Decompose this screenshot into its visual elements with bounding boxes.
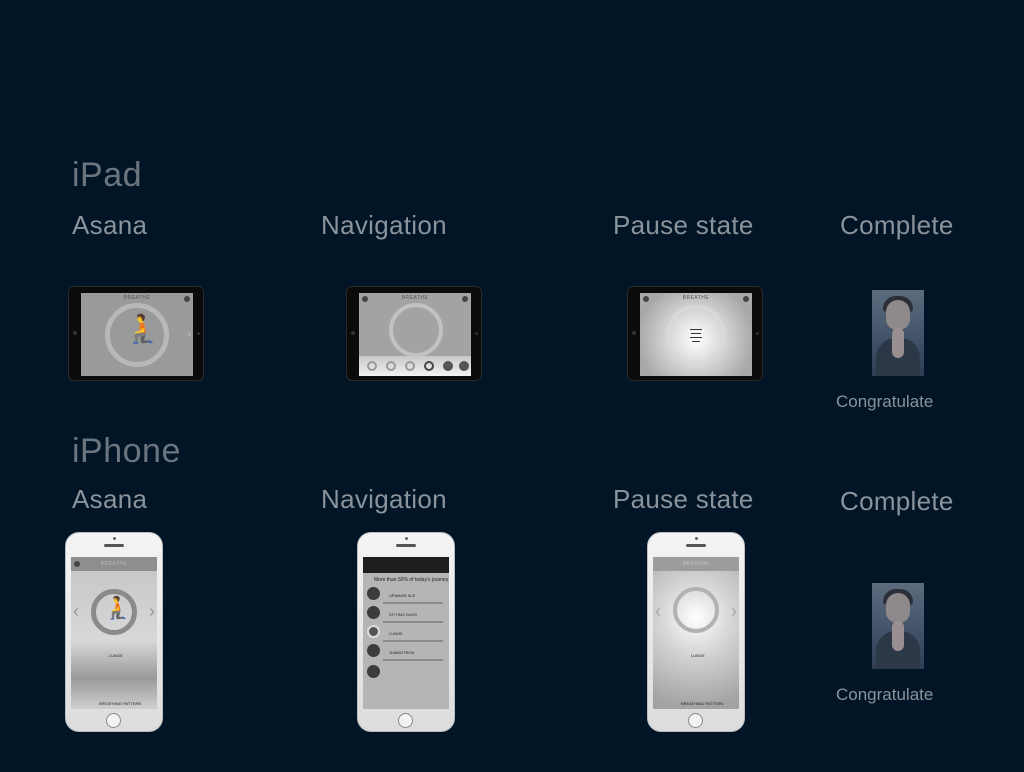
speaker-icon [396, 544, 416, 547]
screen-title: BREATHE [123, 295, 151, 301]
screen-title: BREATHE [682, 295, 710, 301]
ipad-navigation-screenshot[interactable]: BREATHE [346, 286, 482, 381]
pose-progress-bar [383, 659, 443, 661]
home-button-icon [398, 713, 413, 728]
pose-progress-bar [383, 640, 443, 642]
pose-name: LUNGE [691, 653, 705, 658]
col-title-navigation-ipad: Navigation [321, 210, 447, 240]
menu-dot-icon [462, 296, 468, 302]
camera-icon [632, 331, 636, 335]
col-title-pause-iphone: Pause state [613, 484, 754, 514]
ipad-navigation-screen: BREATHE [359, 293, 471, 376]
col-title-navigation-iphone: Navigation [321, 484, 447, 514]
iphone-navigation-screenshot[interactable]: More than 50% of today's journey UPWARD … [357, 532, 455, 732]
speaker-icon [686, 544, 706, 547]
iphone-navigation-screen: More than 50% of today's journey UPWARD … [363, 557, 449, 709]
iphone-pause-screenshot[interactable]: BREATHE ‹ › LUNGE BREATHING PATTERN [647, 532, 745, 732]
woman-praying-photo [872, 583, 924, 669]
pose-item[interactable]: UPWARD SLE [389, 593, 415, 598]
front-camera-icon [405, 537, 408, 540]
iphone-asana-screen: BREATHE 🧎 ‹ › LUNGE BREATHING PATTERN [71, 557, 157, 709]
pose-item[interactable]: SITTING DUCK [389, 612, 417, 617]
menu-dot-icon [743, 296, 749, 302]
pose-item[interactable]: JUMBOTRON [389, 650, 414, 655]
col-title-pause-ipad: Pause state [613, 210, 754, 240]
front-camera-icon [695, 537, 698, 540]
pose-icon[interactable] [443, 361, 453, 371]
pose-progress-bar [383, 602, 443, 604]
chevron-left-icon[interactable]: ‹ [73, 601, 79, 622]
col-title-asana-iphone: Asana [72, 484, 148, 514]
breathing-pattern-label: BREATHING PATTERN [99, 701, 142, 706]
screen-title: BREATHE [401, 295, 429, 301]
section-title-iphone: iPhone [72, 432, 181, 470]
kneeling-figure-icon: 🧎 [125, 313, 160, 344]
screen-title: BREATHE [682, 561, 710, 567]
pose-item[interactable]: LUNGE [389, 631, 403, 636]
breathing-pattern-label: BREATHING PATTERN [681, 701, 724, 706]
camera-icon [351, 331, 355, 335]
iphone-asana-screenshot[interactable]: BREATHE 🧎 ‹ › LUNGE BREATHING PATTERN [65, 532, 163, 732]
pose-icon[interactable] [386, 361, 396, 371]
col-title-complete-iphone: Complete [840, 486, 954, 516]
menu-dot-icon [362, 296, 368, 302]
pose-circle-icon[interactable] [367, 625, 380, 638]
menu-dot-icon [184, 296, 190, 302]
pause-overlay-text [690, 329, 702, 343]
pose-icon[interactable] [424, 361, 434, 371]
col-title-asana-ipad: Asana [72, 210, 148, 240]
screen-title: BREATHE [100, 561, 128, 567]
ipad-asana-screenshot[interactable]: BREATHE 🧎 › [68, 286, 204, 381]
ipad-pause-screenshot[interactable]: BREATHE [627, 286, 763, 381]
caption-congratulate-iphone: Congratulate [836, 685, 934, 704]
section-title-ipad: iPad [72, 156, 143, 194]
pose-circle-icon[interactable] [367, 587, 380, 600]
chevron-right-icon[interactable]: › [149, 601, 155, 622]
progress-ring [389, 303, 443, 357]
progress-ring [673, 587, 719, 633]
speaker-icon [104, 544, 124, 547]
pose-icon[interactable] [459, 361, 469, 371]
woman-praying-photo [872, 290, 924, 376]
menu-dot-icon [74, 561, 80, 567]
pose-circle-icon[interactable] [367, 644, 380, 657]
ipad-pause-screen: BREATHE [640, 293, 752, 376]
front-camera-icon [113, 537, 116, 540]
col-title-complete-ipad: Complete [840, 210, 954, 240]
pose-circle-icon[interactable] [367, 665, 380, 678]
home-button-icon [197, 332, 200, 335]
chevron-right-icon[interactable]: › [731, 601, 737, 622]
ipad-asana-screen: BREATHE 🧎 › [81, 293, 193, 376]
pose-icon[interactable] [405, 361, 415, 371]
pose-circle-icon[interactable] [367, 606, 380, 619]
camera-icon [73, 331, 77, 335]
kneeling-figure-icon: 🧎 [104, 595, 132, 620]
journey-header: More than 50% of today's journey [374, 577, 449, 583]
pose-progress-bar [383, 621, 443, 623]
chevron-right-icon: › [187, 329, 191, 340]
chevron-left-icon[interactable]: ‹ [655, 601, 661, 622]
home-button-icon [756, 332, 759, 335]
caption-congratulate-ipad: Congratulate [836, 392, 934, 411]
pose-icon[interactable] [367, 361, 377, 371]
pose-name: LUNGE [109, 653, 123, 658]
status-bar [363, 557, 449, 573]
iphone-pause-screen: BREATHE ‹ › LUNGE BREATHING PATTERN [653, 557, 739, 709]
home-button-icon [688, 713, 703, 728]
home-button-icon [106, 713, 121, 728]
menu-dot-icon [643, 296, 649, 302]
home-button-icon [475, 332, 478, 335]
